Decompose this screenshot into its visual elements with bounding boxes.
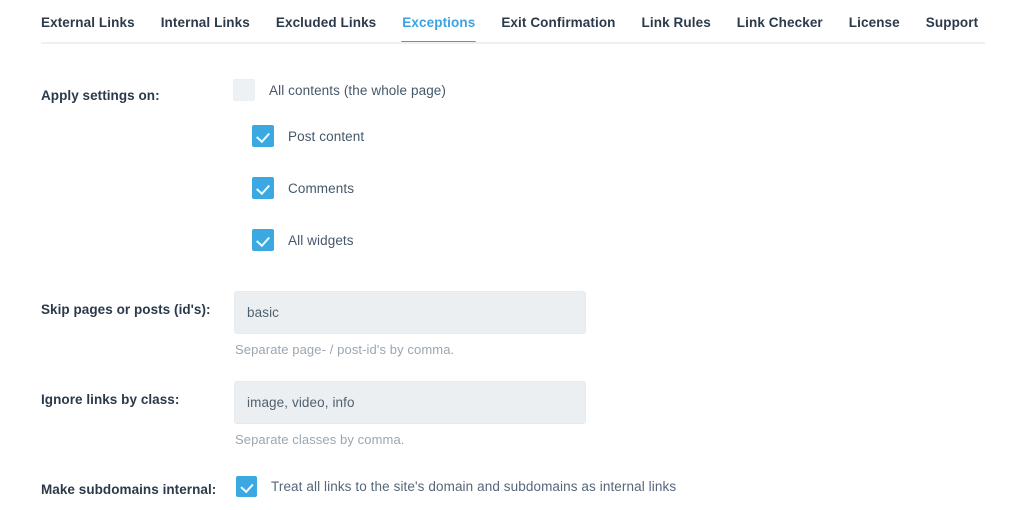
checkbox-comments[interactable]: Comments (252, 177, 354, 199)
checkbox-all-contents-box[interactable] (233, 79, 255, 101)
plugin-settings-page: { "tabs": { "items": [ { "label": "Exter… (0, 0, 1024, 510)
settings-tab-bar: External Links Internal Links Excluded L… (0, 0, 1024, 44)
checkbox-subdomains-internal[interactable]: Treat all links to the site's domain and… (236, 476, 676, 497)
skip-pages-label: Skip pages or posts (id's): (41, 302, 211, 317)
tab-excluded-links[interactable]: Excluded Links (276, 0, 376, 44)
checkbox-subdomains-internal-box[interactable] (236, 476, 257, 497)
checkbox-all-contents[interactable]: All contents (the whole page) (233, 79, 446, 101)
tab-bar-divider (41, 42, 985, 44)
checkbox-post-content-box[interactable] (252, 125, 274, 147)
checkbox-all-widgets[interactable]: All widgets (252, 229, 354, 251)
tab-internal-links[interactable]: Internal Links (161, 0, 250, 44)
checkbox-all-contents-label[interactable]: All contents (the whole page) (269, 83, 446, 98)
checkbox-subdomains-internal-label[interactable]: Treat all links to the site's domain and… (271, 479, 676, 494)
tab-support[interactable]: Support (926, 0, 978, 44)
tab-external-links[interactable]: External Links (41, 0, 135, 44)
apply-settings-label: Apply settings on: (41, 88, 160, 103)
ignore-class-input[interactable] (234, 381, 586, 424)
tab-list: External Links Internal Links Excluded L… (41, 0, 978, 44)
tab-exit-confirmation[interactable]: Exit Confirmation (501, 0, 615, 44)
skip-pages-hint: Separate page- / post-id's by comma. (235, 342, 455, 357)
tab-link-checker[interactable]: Link Checker (737, 0, 823, 44)
ignore-class-hint: Separate classes by comma. (235, 432, 405, 447)
checkbox-comments-box[interactable] (252, 177, 274, 199)
checkbox-post-content-label[interactable]: Post content (288, 129, 364, 144)
skip-pages-input[interactable] (234, 291, 586, 334)
tab-license[interactable]: License (849, 0, 900, 44)
ignore-class-label: Ignore links by class: (41, 392, 180, 407)
checkbox-all-widgets-box[interactable] (252, 229, 274, 251)
tab-link-rules[interactable]: Link Rules (642, 0, 711, 44)
tab-exceptions[interactable]: Exceptions (401, 0, 477, 44)
checkbox-post-content[interactable]: Post content (252, 125, 364, 147)
checkbox-all-widgets-label[interactable]: All widgets (288, 233, 354, 248)
subdomains-label: Make subdomains internal: (41, 482, 217, 497)
checkbox-comments-label[interactable]: Comments (288, 181, 354, 196)
